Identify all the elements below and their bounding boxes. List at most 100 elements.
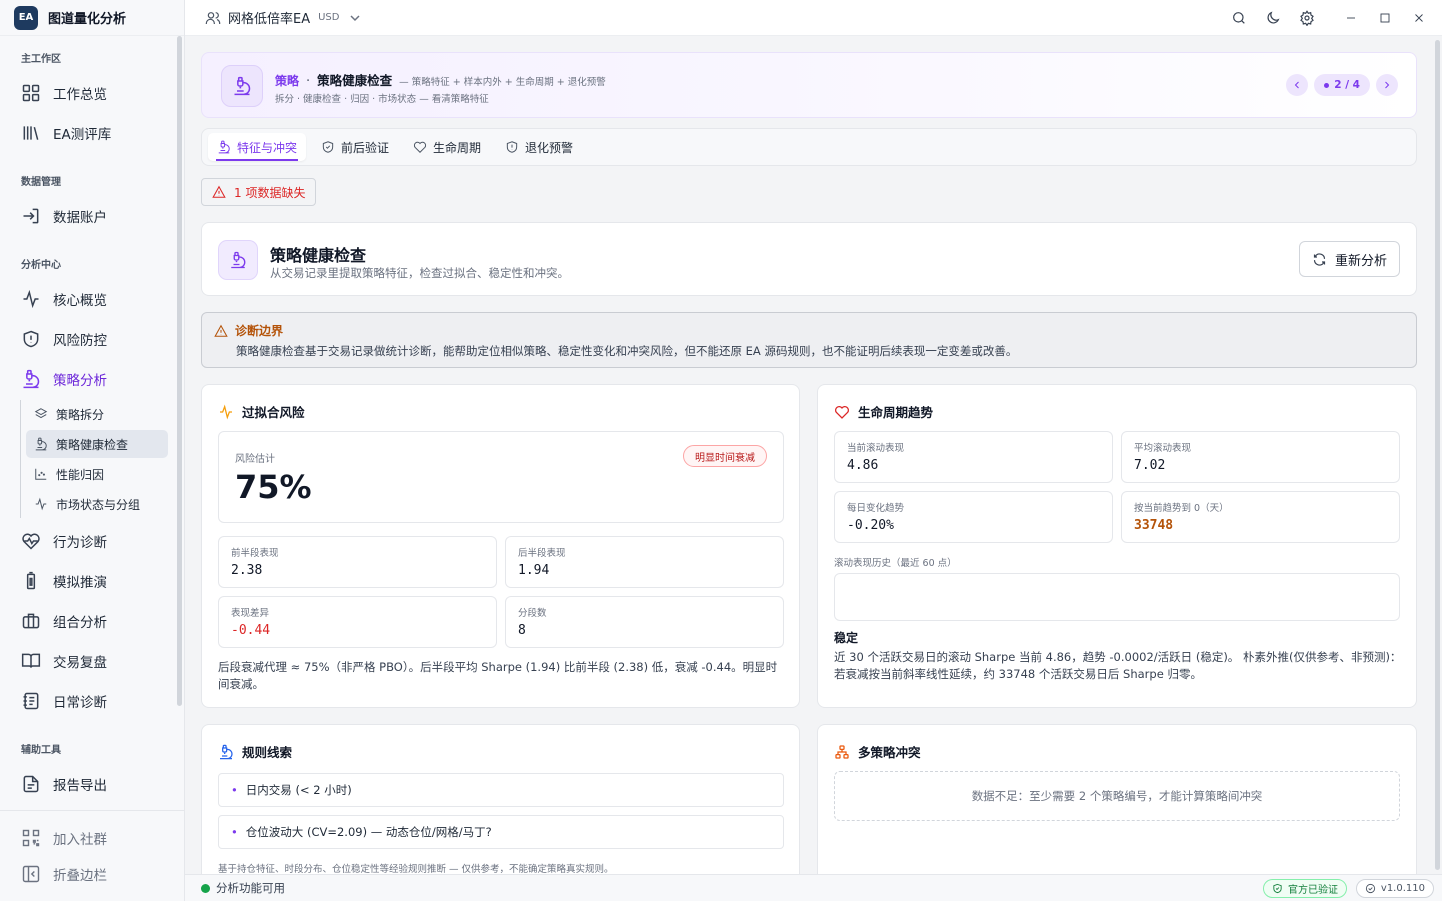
layers-icon xyxy=(34,408,48,419)
panel-title-row: 多策略冲突 xyxy=(834,742,921,761)
rule-clues-panel: 规则线索 日内交易 (< 2 小时) 仓位波动大 (CV=2.09) — 动态仓… xyxy=(201,724,800,874)
chevron-right-icon xyxy=(1385,81,1390,89)
version-badge[interactable]: v1.0.110 xyxy=(1355,879,1434,898)
hero-subtitle: 拆分 · 健康检查 · 归因 · 市场状态 — 看清策略特征 xyxy=(275,94,489,105)
stat-segments: 分段数 8 xyxy=(505,596,784,648)
gear-icon xyxy=(1300,10,1314,26)
settings-button[interactable] xyxy=(1290,1,1324,35)
minimize-button[interactable] xyxy=(1334,1,1368,35)
tab-degradation[interactable]: 退化预警 xyxy=(496,133,582,161)
sidebar-subitem-label: 性能归因 xyxy=(56,467,105,482)
overfit-risk-panel: 过拟合风险 风险估计 75% 明显时间衰减 前半段表现 2.38 后半段表现 1… xyxy=(201,384,800,708)
sidebar-subitem-label: 策略拆分 xyxy=(56,407,105,422)
file-export-icon xyxy=(23,775,39,793)
page-indicator: 2 / 4 xyxy=(1314,74,1370,96)
sidebar-item-strategy[interactable]: 策略分析 xyxy=(8,361,170,397)
heart-icon xyxy=(414,141,427,153)
collapse-sidebar-button[interactable]: 折叠边栏 xyxy=(8,859,107,889)
login-icon xyxy=(23,208,39,224)
boundary-title: 诊断边界 xyxy=(235,324,284,338)
version-label: v1.0.110 xyxy=(1380,883,1425,894)
library-icon xyxy=(23,126,39,140)
network-icon xyxy=(835,744,849,759)
risk-value: 75% xyxy=(235,468,312,506)
boundary-title-row: 诊断边界 xyxy=(214,322,283,339)
theme-toggle-button[interactable] xyxy=(1256,1,1290,35)
stat-label: 前半段表现 xyxy=(231,548,279,559)
risk-estimate-box: 风险估计 75% 明显时间衰减 xyxy=(218,431,784,523)
sidebar-item-label: 行为诊断 xyxy=(53,535,107,551)
moon-icon xyxy=(1267,11,1280,24)
sidebar-item-portfolio[interactable]: 组合分析 xyxy=(8,603,170,639)
rules-note: 基于持仓特征、时段分布、仓位稳定性等经验规则推断 — 仅供参考，不能确定策略真实… xyxy=(218,864,614,874)
sidebar-item-report[interactable]: 报告导出 xyxy=(8,766,170,802)
maximize-button[interactable] xyxy=(1368,1,1402,35)
tab-lifecycle[interactable]: 生命周期 xyxy=(404,133,490,161)
stat-label: 分段数 xyxy=(518,608,547,619)
chevron-left-icon xyxy=(1295,81,1300,89)
sidebar-item-risk[interactable]: 风险防控 xyxy=(8,321,170,357)
stat-value: -0.44 xyxy=(231,623,271,638)
stat-daily-trend: 每日变化趋势 -0.20% xyxy=(834,491,1113,543)
search-button[interactable] xyxy=(1222,1,1256,35)
brand: EA 图道量化分析 xyxy=(0,0,184,36)
close-button[interactable] xyxy=(1402,1,1436,35)
status-dot xyxy=(201,883,210,893)
join-community-button[interactable]: 加入社群 xyxy=(8,823,107,853)
sidebar-item-data-account[interactable]: 数据账户 xyxy=(8,198,170,234)
sidebar-subitem-split[interactable]: 策略拆分 xyxy=(26,400,168,428)
sidebar-subitem-label: 策略健康检查 xyxy=(56,437,129,452)
lifecycle-trend-panel: 生命周期趋势 当前滚动表现 4.86 平均滚动表现 7.02 每日变化趋势 -0… xyxy=(817,384,1417,708)
sidebar-item-review[interactable]: 交易复盘 xyxy=(8,643,170,679)
main-scrollbar[interactable] xyxy=(1435,40,1440,870)
verified-badge[interactable]: 官方已验证 xyxy=(1263,879,1347,898)
stat-value: 8 xyxy=(518,623,526,638)
sidebar-item-label: 模拟推演 xyxy=(53,575,107,591)
hero-kicker: 策略 xyxy=(275,74,300,88)
section-title-data: 数据管理 xyxy=(21,177,61,188)
stat-first-half: 前半段表现 2.38 xyxy=(218,536,497,588)
sidebar-item-daily[interactable]: 日常诊断 xyxy=(8,683,170,719)
sidebar-scrollbar[interactable] xyxy=(177,36,182,706)
sidebar-item-label: 交易复盘 xyxy=(53,655,107,671)
rules-title: 规则线索 xyxy=(242,745,293,760)
page-title: 策略健康检查 xyxy=(270,246,367,265)
check-circle-icon xyxy=(1365,883,1375,894)
missing-data-badge[interactable]: 1 项数据缺失 xyxy=(201,178,317,206)
ea-selector[interactable]: 网格低倍率EA USD xyxy=(205,8,370,27)
stat-label: 表现差异 xyxy=(231,608,270,619)
chevron-down-icon xyxy=(350,14,361,21)
sidebar-item-ea-library[interactable]: EA测评库 xyxy=(8,115,170,151)
notebook-icon xyxy=(23,692,39,710)
sidebar-item-core[interactable]: 核心概览 xyxy=(8,281,170,317)
sidebar-subitem-market[interactable]: 市场状态与分组 xyxy=(26,490,168,518)
scatter-chart-icon xyxy=(35,468,47,480)
sidebar-nav: 主工作区 工作总览 EA测评库 数据管理 数据账户 分析中心 核心概览 风险防控… xyxy=(0,36,185,808)
sidebar-item-behavior[interactable]: 行为诊断 xyxy=(8,523,170,559)
tab-validation[interactable]: 前后验证 xyxy=(312,133,398,161)
tab-label: 特征与冲突 xyxy=(237,140,298,155)
activity-icon xyxy=(220,404,232,419)
microscope-icon xyxy=(220,744,233,759)
conflict-title: 多策略冲突 xyxy=(858,745,921,760)
prev-page-button[interactable] xyxy=(1286,74,1309,96)
reanalyze-label: 重新分析 xyxy=(1334,253,1387,269)
lifecycle-status-title: 稳定 xyxy=(834,631,859,645)
stat-label: 当前滚动表现 xyxy=(847,443,905,454)
tab-label: 前后验证 xyxy=(341,140,390,155)
section-title-analysis: 分析中心 xyxy=(21,260,61,271)
sidebar-subitem-health[interactable]: 策略健康检查 xyxy=(26,430,168,458)
tab-features[interactable]: 特征与冲突 xyxy=(208,133,307,161)
section-title-main: 主工作区 xyxy=(21,54,61,65)
next-page-button[interactable] xyxy=(1376,74,1398,96)
hero-description: — 策略特征 + 样本内外 + 生命周期 + 退化预警 xyxy=(399,77,606,88)
sidebar-item-simulation[interactable]: 模拟推演 xyxy=(8,563,170,599)
sidebar-subitem-attribution[interactable]: 性能归因 xyxy=(26,460,168,488)
diagnosis-boundary-notice: 诊断边界 策略健康检查基于交易记录做统计诊断，能帮助定位相似策略、稳定性变化和冲… xyxy=(201,312,1417,368)
sidebar-item-overview[interactable]: 工作总览 xyxy=(8,75,170,111)
reanalyze-button[interactable]: 重新分析 xyxy=(1298,241,1400,277)
warning-icon xyxy=(212,185,226,198)
stat-value: 1.94 xyxy=(518,563,550,578)
tab-label: 生命周期 xyxy=(433,140,482,155)
page-hero: 策略 · 策略健康检查 — 策略特征 + 样本内外 + 生命周期 + 退化预警 … xyxy=(201,52,1417,118)
